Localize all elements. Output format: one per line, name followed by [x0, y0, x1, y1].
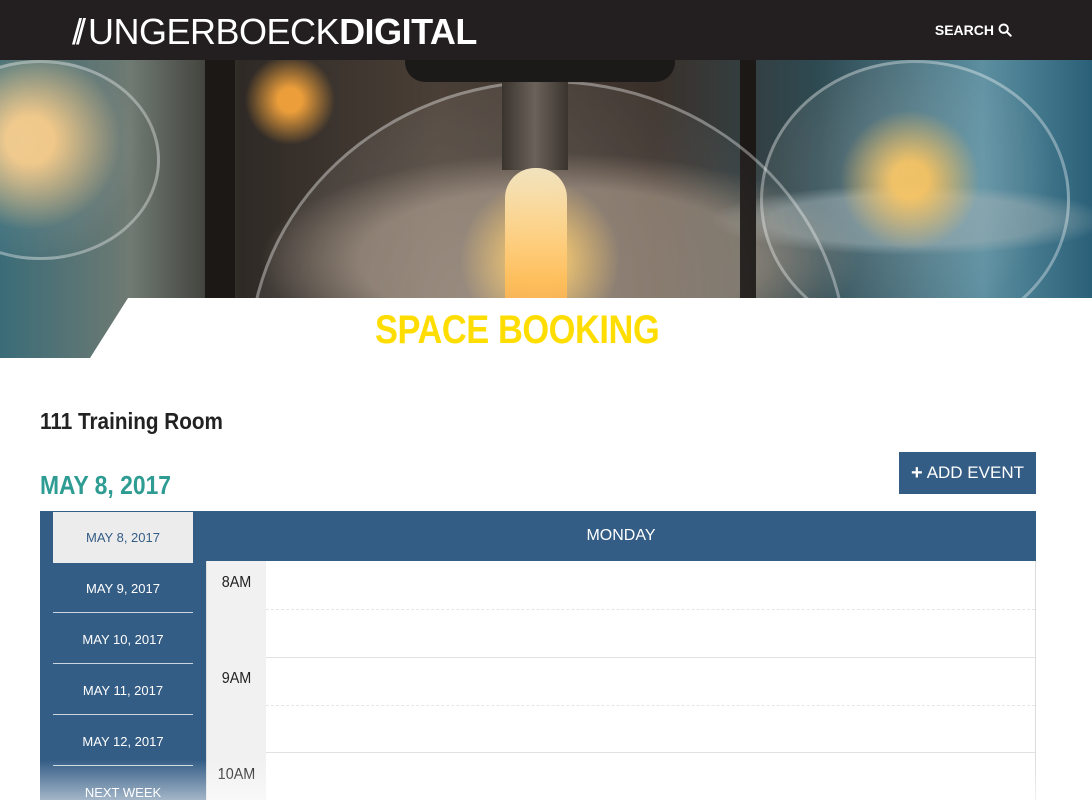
date-nav-item[interactable]: MAY 8, 2017 — [53, 512, 193, 563]
time-slot[interactable] — [266, 753, 1035, 800]
date-nav-label: MAY 11, 2017 — [82, 682, 164, 698]
half-hour-line — [266, 609, 1035, 610]
hero-decor-globe — [0, 60, 160, 260]
logo-text-light: UNGERBOECK — [88, 11, 340, 52]
next-week-link[interactable]: NEXT WEEK — [53, 767, 193, 800]
room-name: 111 Training Room — [40, 408, 223, 434]
time-slot[interactable] — [266, 657, 1035, 705]
half-hour-line — [266, 705, 1035, 706]
add-event-button[interactable]: + ADD EVENT — [899, 452, 1036, 494]
logo-slashes: // — [72, 11, 86, 52]
date-nav-label: MAY 10, 2017 — [82, 631, 164, 647]
date-nav-label: MAY 9, 2017 — [86, 580, 160, 596]
ungerboeck-digital-logo[interactable]: // UNGERBOECK DIGITAL — [72, 11, 477, 52]
date-nav-item[interactable]: MAY 12, 2017 — [53, 716, 193, 766]
search-link[interactable]: SEARCH — [935, 22, 1012, 38]
time-label: 9AM — [221, 670, 252, 687]
search-icon — [998, 23, 1012, 37]
next-week-label: NEXT WEEK — [84, 784, 162, 800]
time-label: 10AM — [217, 766, 256, 783]
time-slot[interactable] — [266, 705, 1035, 753]
hero-decor-socket — [502, 82, 568, 170]
current-date-heading: MAY 8, 2017 — [40, 470, 172, 500]
search-label: SEARCH — [934, 22, 994, 38]
date-nav-item[interactable]: MAY 9, 2017 — [53, 563, 193, 613]
day-column-header: MONDAY — [206, 511, 1036, 561]
top-navigation-bar: // UNGERBOECK DIGITAL SEARCH — [0, 0, 1092, 60]
time-slot[interactable] — [266, 609, 1035, 657]
date-nav-label: MAY 12, 2017 — [82, 733, 164, 749]
date-nav-label: MAY 8, 2017 — [86, 530, 160, 545]
time-label: 8AM — [221, 574, 252, 591]
page-title: SPACE BOOKING — [375, 308, 660, 352]
day-calendar: MAY 8, 2017 MAY 9, 2017 MAY 10, 2017 MAY… — [40, 511, 1036, 800]
time-grid: 8AM 9AM 10AM — [206, 561, 1036, 800]
hour-line — [266, 752, 1035, 753]
date-nav-item[interactable]: MAY 11, 2017 — [53, 665, 193, 715]
logo-text-bold: DIGITAL — [339, 11, 477, 52]
hour-line — [266, 657, 1035, 658]
time-slot[interactable] — [266, 561, 1035, 609]
plus-icon: + — [911, 462, 923, 484]
add-event-label: ADD EVENT — [926, 463, 1024, 482]
date-nav-item[interactable]: MAY 10, 2017 — [53, 614, 193, 664]
hero-decor-cap — [405, 60, 675, 82]
date-navigation: MAY 8, 2017 MAY 9, 2017 MAY 10, 2017 MAY… — [40, 511, 206, 800]
